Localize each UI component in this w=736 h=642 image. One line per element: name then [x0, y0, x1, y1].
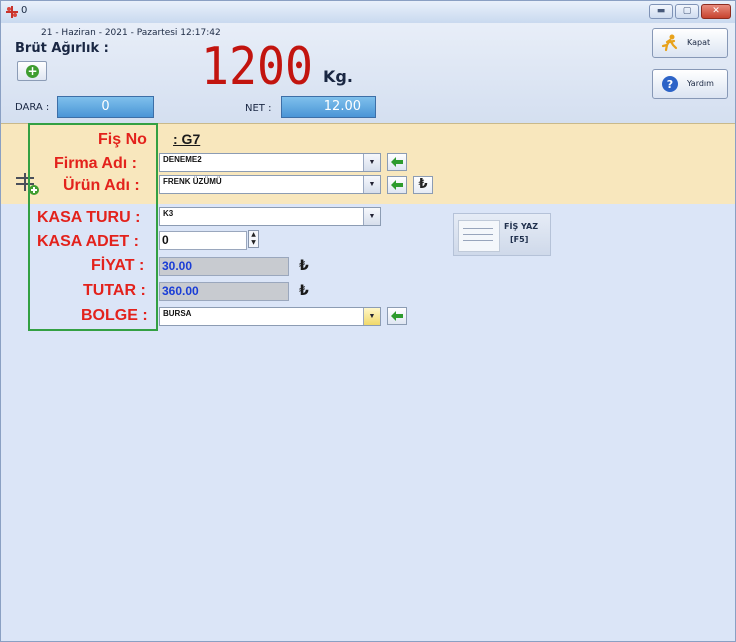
yardim-button[interactable]: ? Yardım: [652, 69, 728, 99]
arrow-left-icon: [391, 180, 403, 190]
labels-highlight-frame: [28, 123, 158, 331]
main-window: 0 ▬ ▢ ✕ 21 - Haziran - 2021 - Pazartesi …: [0, 0, 736, 642]
dara-field[interactable]: 0: [57, 96, 154, 118]
chevron-down-icon[interactable]: ▼: [363, 208, 380, 225]
firma-select[interactable]: DENEME2 ▼: [159, 153, 381, 172]
kasa-turu-select[interactable]: K3 ▼: [159, 207, 381, 226]
urun-select[interactable]: FRENK ÜZÜMÜ ▼: [159, 175, 381, 194]
title-bar: 0 ▬ ▢ ✕: [1, 1, 735, 24]
add-button[interactable]: +: [17, 61, 47, 81]
arrow-left-icon: [391, 311, 403, 321]
close-button[interactable]: ✕: [701, 4, 731, 19]
kasa-adet-stepper[interactable]: ▲ ▼: [248, 230, 259, 248]
yardim-label: Yardım: [687, 79, 714, 88]
fiyat-field: 30.00: [159, 257, 289, 276]
weight-display: 1200: [201, 39, 313, 89]
bolge-select[interactable]: BURSA ▼: [159, 307, 381, 326]
currency-symbol: ₺: [299, 283, 309, 299]
fis-yaz-button[interactable]: FİŞ YAZ [F5]: [453, 213, 551, 256]
kapat-label: Kapat: [687, 38, 711, 47]
currency-symbol: ₺: [299, 258, 309, 274]
net-field: 12.00: [281, 96, 376, 118]
firma-select-value: DENEME2: [163, 155, 202, 164]
currency-button[interactable]: ₺: [413, 176, 433, 194]
weight-header: 21 - Haziran - 2021 - Pazartesi 12:17:42…: [1, 23, 735, 123]
date-time: 21 - Haziran - 2021 - Pazartesi 12:17:42: [41, 28, 221, 38]
brut-weight-label: Brüt Ağırlık :: [15, 41, 109, 56]
window-title: 0: [21, 5, 28, 16]
bolge-apply-button[interactable]: [387, 307, 407, 325]
fis-yaz-shortcut: [F5]: [510, 235, 529, 244]
dara-label: DARA :: [15, 102, 50, 113]
spin-down-icon[interactable]: ▼: [249, 239, 258, 247]
fis-no-value: : G7: [173, 131, 201, 147]
bolge-value: BURSA: [163, 309, 192, 318]
kasa-adet-input[interactable]: 0: [159, 231, 247, 250]
chevron-down-icon[interactable]: ▼: [363, 154, 380, 171]
arrow-left-icon: [391, 157, 403, 167]
spin-up-icon[interactable]: ▲: [249, 231, 258, 239]
app-icon: [6, 6, 18, 18]
receipt-icon: [458, 220, 500, 252]
chevron-down-icon[interactable]: ▼: [363, 176, 380, 193]
minimize-button[interactable]: ▬: [649, 4, 673, 19]
kapat-button[interactable]: Kapat: [652, 28, 728, 58]
net-label: NET :: [245, 103, 272, 114]
plus-icon: +: [26, 64, 39, 78]
kasa-turu-value: K3: [163, 209, 174, 218]
maximize-button[interactable]: ▢: [675, 4, 699, 19]
chevron-down-icon[interactable]: ▼: [363, 308, 380, 325]
firma-apply-button[interactable]: [387, 153, 407, 171]
help-icon: ?: [662, 76, 678, 92]
weight-unit: Kg.: [323, 67, 353, 86]
close-icon: ✕: [712, 6, 720, 16]
fis-yaz-label: FİŞ YAZ: [504, 222, 539, 231]
urun-apply-button[interactable]: [387, 176, 407, 194]
tutar-field: 360.00: [159, 282, 289, 301]
maximize-icon: ▢: [682, 6, 692, 16]
svg-text:?: ?: [667, 78, 673, 91]
weight-value: 1200: [201, 39, 313, 89]
exit-running-icon: [661, 34, 678, 52]
minimize-icon: ▬: [656, 6, 666, 16]
urun-select-value: FRENK ÜZÜMÜ: [163, 177, 222, 186]
